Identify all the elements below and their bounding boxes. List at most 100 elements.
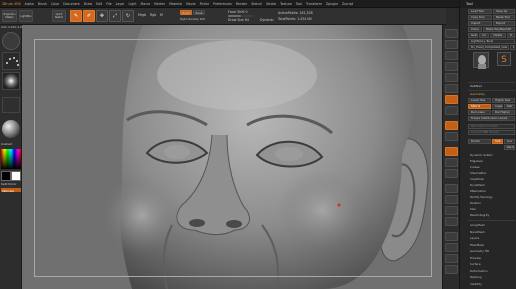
section-surface[interactable]: Surface <box>470 262 481 266</box>
floor-button[interactable] <box>445 106 458 115</box>
menu-item-picker[interactable]: Picker <box>200 2 210 6</box>
goz-button[interactable]: GoZ <box>468 33 478 38</box>
zsub-button[interactable]: Zsub <box>193 10 205 15</box>
menu-item-zscript[interactable]: Zscript <box>342 2 353 6</box>
make-polymesh-button[interactable]: Make PolyMesh3D <box>483 27 515 32</box>
menu-item-draw[interactable]: Draw <box>84 2 92 6</box>
section-fibermesh[interactable]: FiberMesh <box>470 243 484 247</box>
visible-button[interactable]: Visible <box>490 33 506 38</box>
dynamic-toggle[interactable]: Dynamic <box>260 18 274 22</box>
menu-item-document[interactable]: Document <box>63 2 80 6</box>
menu-item-tool[interactable]: Tool <box>296 2 302 6</box>
del-lower-button[interactable]: Del Lower <box>468 110 491 115</box>
xpose-button[interactable] <box>445 265 458 274</box>
alternate-button[interactable]: Alternate <box>1 188 21 193</box>
section-masking[interactable]: Masking <box>470 275 482 279</box>
section-size[interactable]: Size <box>470 207 476 211</box>
draw-button[interactable]: ✐ <box>83 10 95 22</box>
color-picker[interactable] <box>1 149 21 169</box>
m-toggle[interactable]: M <box>160 13 163 17</box>
copy-tool-button[interactable]: Copy Tool <box>468 15 492 20</box>
rgb-toggle[interactable]: Rgb <box>150 13 156 17</box>
tool-thumbnail-simplebrush[interactable]: S <box>497 52 511 66</box>
scale-button[interactable]: ⤢ <box>109 10 121 22</box>
del-higher-button[interactable]: Del Higher <box>492 110 515 115</box>
zadd-button[interactable]: Zadd <box>180 10 192 15</box>
bpr-button[interactable] <box>445 29 458 38</box>
cage-button[interactable]: Cage <box>492 104 503 109</box>
current-tool-r-button[interactable]: R <box>510 45 515 50</box>
section-crease[interactable]: Crease <box>470 165 480 169</box>
section-layers[interactable]: Layers <box>470 236 479 240</box>
subtool-section[interactable]: SubTool <box>470 84 482 88</box>
secondary-color-swatch[interactable] <box>11 171 21 181</box>
scroll-button[interactable] <box>445 51 458 60</box>
section-claypolish[interactable]: ClayPolish <box>470 177 484 181</box>
transp-button[interactable] <box>445 243 458 252</box>
all-button[interactable]: All <box>479 33 489 38</box>
move-view-button[interactable] <box>445 195 458 204</box>
menu-item-texture[interactable]: Texture <box>280 2 292 6</box>
lightbox-tools-button[interactable]: Lightbox ▸ Tools <box>468 39 515 44</box>
rotate-y-button[interactable] <box>445 158 458 167</box>
import-button[interactable]: Import <box>468 21 492 26</box>
rstr-button[interactable]: Rstr <box>504 104 515 109</box>
menu-item-alpha[interactable]: Alpha <box>25 2 34 6</box>
rotate-view-button[interactable] <box>445 217 458 226</box>
primary-color-swatch[interactable] <box>1 171 11 181</box>
section-dynamesh[interactable]: DynaMesh <box>470 183 485 187</box>
tool-thumbnail-head[interactable] <box>473 52 489 69</box>
save-as-button[interactable]: Save As <box>493 9 515 14</box>
edit-button[interactable]: ✎ <box>70 10 82 22</box>
aahalf-button[interactable] <box>445 84 458 93</box>
section-zremesher[interactable]: ZRemesher <box>470 189 486 193</box>
section-dynamic-subdiv[interactable]: Dynamic Subdiv <box>470 153 493 157</box>
lsym-button[interactable] <box>445 132 458 141</box>
menu-item-file[interactable]: File <box>106 2 111 6</box>
section-modify-topology[interactable]: Modify Topology <box>470 195 493 199</box>
section-arraymesh[interactable]: ArrayMesh <box>470 223 485 227</box>
move-button[interactable]: ✥ <box>96 10 108 22</box>
menu-item-preferences[interactable]: Preferences <box>213 2 232 6</box>
clone-button[interactable]: Clone <box>468 27 482 32</box>
load-tool-button[interactable]: Load Tool <box>468 9 492 14</box>
scale-view-button[interactable] <box>445 206 458 215</box>
section-preview[interactable]: Preview <box>470 256 481 260</box>
alpha-thumbnail[interactable] <box>2 72 20 90</box>
sdiv-slider[interactable]: SDiv 6 <box>468 104 491 109</box>
quick-sketch-button[interactable]: Quick Sketch <box>52 10 66 22</box>
brush-thumbnail[interactable] <box>2 32 20 50</box>
section-position[interactable]: Position <box>470 201 481 205</box>
divide-button[interactable]: Divide <box>468 139 491 144</box>
suv-button[interactable]: Suv <box>504 139 515 144</box>
lightbox-button[interactable]: LightBox <box>19 10 33 22</box>
higher-res-button[interactable]: Higher Res <box>492 98 515 103</box>
menu-item-color[interactable]: Color <box>51 2 59 6</box>
reconstruct-subdiv-button[interactable]: Reconstruct Subdiv <box>468 124 515 129</box>
rotate-button[interactable]: ↻ <box>122 10 134 22</box>
stroke-thumbnail[interactable] <box>2 52 20 70</box>
mrgb-toggle[interactable]: Mrgb <box>138 13 146 17</box>
r-button[interactable]: R <box>507 33 515 38</box>
polyf-button[interactable] <box>445 232 458 241</box>
menu-item-zplugin[interactable]: Zplugin <box>326 2 338 6</box>
section-shadowbox[interactable]: ShadowBox <box>470 171 486 175</box>
zoom-button[interactable] <box>445 62 458 71</box>
reuv-button[interactable]: ReUV <box>504 145 515 150</box>
section-geometry-hd[interactable]: Geometry HD <box>470 249 489 253</box>
document-canvas[interactable] <box>22 25 442 289</box>
menu-item-render[interactable]: Render <box>236 2 247 6</box>
section-edgeloop[interactable]: Edgeloop <box>470 159 483 163</box>
switch-color-button[interactable]: SwitchColor <box>1 183 16 186</box>
convert-bpr-button[interactable]: Convert BPR To Geo <box>468 130 515 135</box>
menu-item-layer[interactable]: Layer <box>116 2 125 6</box>
rotate-z-button[interactable] <box>445 169 458 178</box>
spix-button[interactable] <box>445 40 458 49</box>
smt-button[interactable]: Smt <box>492 139 503 144</box>
section-meshintegrity[interactable]: MeshIntegrity <box>470 213 489 217</box>
section-visibility[interactable]: Visibility <box>470 282 482 286</box>
menu-item-stencil[interactable]: Stencil <box>251 2 262 6</box>
projection-master-button[interactable]: Projection Master <box>2 10 17 22</box>
menu-item-marker[interactable]: Marker <box>154 2 165 6</box>
menu-item-light[interactable]: Light <box>129 2 137 6</box>
